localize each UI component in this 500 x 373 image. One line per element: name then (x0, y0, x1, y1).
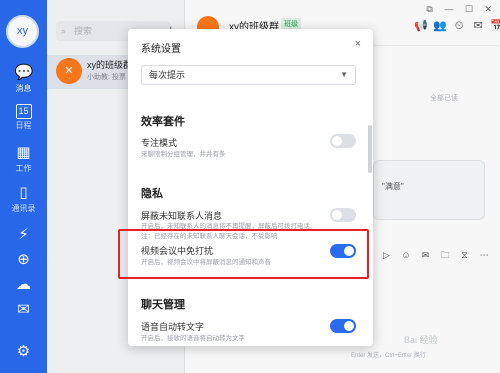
toggle-knob (344, 321, 354, 331)
dialog-title: 系统设置 (141, 44, 181, 55)
focus-mode-desc: 来聊限制分组管理，井井有条 (141, 151, 226, 158)
section-chat-management: 聊天管理 (141, 299, 185, 311)
notification-select[interactable]: 每次提示 ▼ (141, 65, 356, 85)
settings-dialog: 系统设置 × 每次提示 ▼ 效率套件 专注模式 来聊限制分组管理，井井有条 隐私… (128, 29, 373, 346)
voice-to-text-desc: 开启后，接收的语音将自动转为文字 (141, 335, 245, 342)
select-value: 每次提示 (149, 70, 186, 80)
highlight-box (118, 229, 369, 279)
block-unknown-label: 屏蔽未知联系人消息 (141, 211, 223, 221)
voice-to-text-toggle[interactable] (330, 319, 356, 333)
block-unknown-toggle[interactable] (330, 208, 356, 222)
close-icon[interactable]: × (355, 38, 361, 50)
caret-down-icon: ▼ (340, 70, 348, 79)
focus-mode-toggle[interactable] (330, 134, 356, 148)
toggle-knob (332, 210, 342, 220)
section-efficiency: 效率套件 (141, 116, 185, 128)
toggle-knob (332, 136, 342, 146)
section-privacy: 隐私 (141, 188, 163, 200)
voice-to-text-label: 语音自动转文字 (141, 322, 205, 332)
focus-mode-label: 专注模式 (141, 138, 178, 148)
dialog-scrollbar[interactable] (368, 125, 372, 173)
watermark: Bai 经验 (404, 335, 438, 345)
